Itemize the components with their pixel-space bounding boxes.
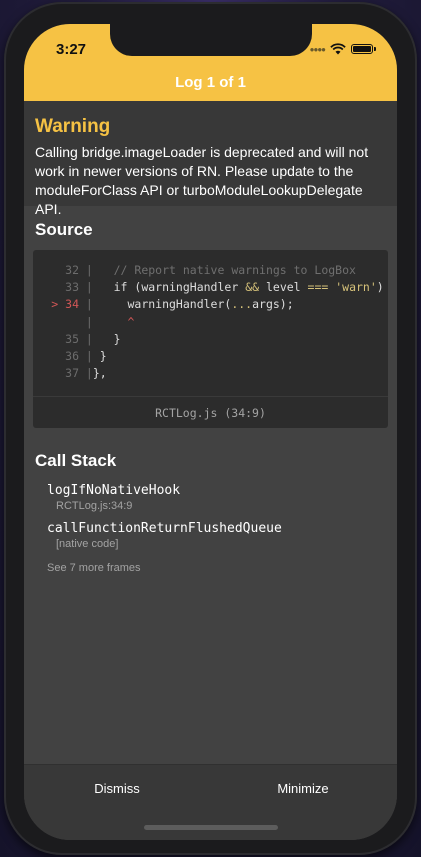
- line-number: 36: [65, 348, 79, 363]
- see-more-frames-link[interactable]: See 7 more frames: [47, 562, 141, 574]
- battery-icon: [351, 44, 376, 54]
- line-number: 32: [65, 263, 79, 277]
- code-text: if (warningHandler && level === 'warn') …: [113, 280, 384, 295]
- code-text: },: [92, 366, 107, 381]
- code-text: warningHandler(...args);: [127, 297, 294, 312]
- minimize-button[interactable]: Minimize: [210, 781, 396, 796]
- stack-frame-name[interactable]: callFunctionReturnFlushedQueue: [47, 521, 282, 536]
- warning-message: Calling bridge.imageLoader is deprecated…: [35, 144, 369, 217]
- source-file-location[interactable]: RCTLog.js (34:9): [33, 396, 388, 428]
- code-line: 35 | }: [33, 331, 388, 348]
- home-indicator[interactable]: [144, 825, 278, 830]
- wifi-icon: [330, 43, 346, 55]
- line-number-active: > 34: [51, 297, 79, 312]
- dismiss-button[interactable]: Dismiss: [24, 781, 210, 796]
- code-text: // Report native warnings to LogBox: [113, 263, 356, 277]
- code-line-active: > 34 | warningHandler(...args);: [33, 296, 388, 313]
- code-line: 37 |},: [33, 365, 388, 382]
- stack-frame-name[interactable]: logIfNoNativeHook: [47, 483, 180, 498]
- notch: [110, 24, 312, 56]
- warning-title: Warning: [35, 116, 111, 137]
- logbox-screen: 3:27 ●●●● Log 1 of 1 Warning Calling bri…: [24, 24, 397, 840]
- code-text: }: [99, 348, 107, 363]
- status-icons: ●●●●: [309, 43, 376, 55]
- source-code-frame[interactable]: 32 | // Report native warnings to LogBox…: [33, 250, 388, 428]
- logbox-header: 3:27 ●●●● Log 1 of 1: [24, 24, 397, 101]
- code-line: | ^: [79, 314, 135, 329]
- code-text: }: [113, 331, 121, 346]
- code-line: 32 | // Report native warnings to LogBox: [33, 262, 388, 279]
- signal-icon: ●●●●: [309, 44, 326, 54]
- warning-panel: Warning Calling bridge.imageLoader is de…: [24, 101, 397, 217]
- line-number: 35: [65, 331, 79, 346]
- source-heading: Source: [35, 220, 93, 239]
- log-counter-title: Log 1 of 1: [175, 74, 246, 91]
- phone-frame: 3:27 ●●●● Log 1 of 1 Warning Calling bri…: [4, 2, 417, 855]
- code-line: 33 | if (warningHandler && level === 'wa…: [33, 279, 388, 296]
- stack-frame-location[interactable]: RCTLog.js:34:9: [56, 500, 132, 512]
- code-line: 36 | }: [33, 348, 388, 365]
- stack-frame-location[interactable]: [native code]: [56, 538, 118, 550]
- error-caret: ^: [127, 314, 135, 329]
- status-time: 3:27: [56, 41, 87, 58]
- line-number: 33: [65, 280, 79, 295]
- active-line-marker: >: [51, 297, 59, 312]
- call-stack-heading: Call Stack: [35, 451, 117, 470]
- line-number: 37: [65, 366, 79, 381]
